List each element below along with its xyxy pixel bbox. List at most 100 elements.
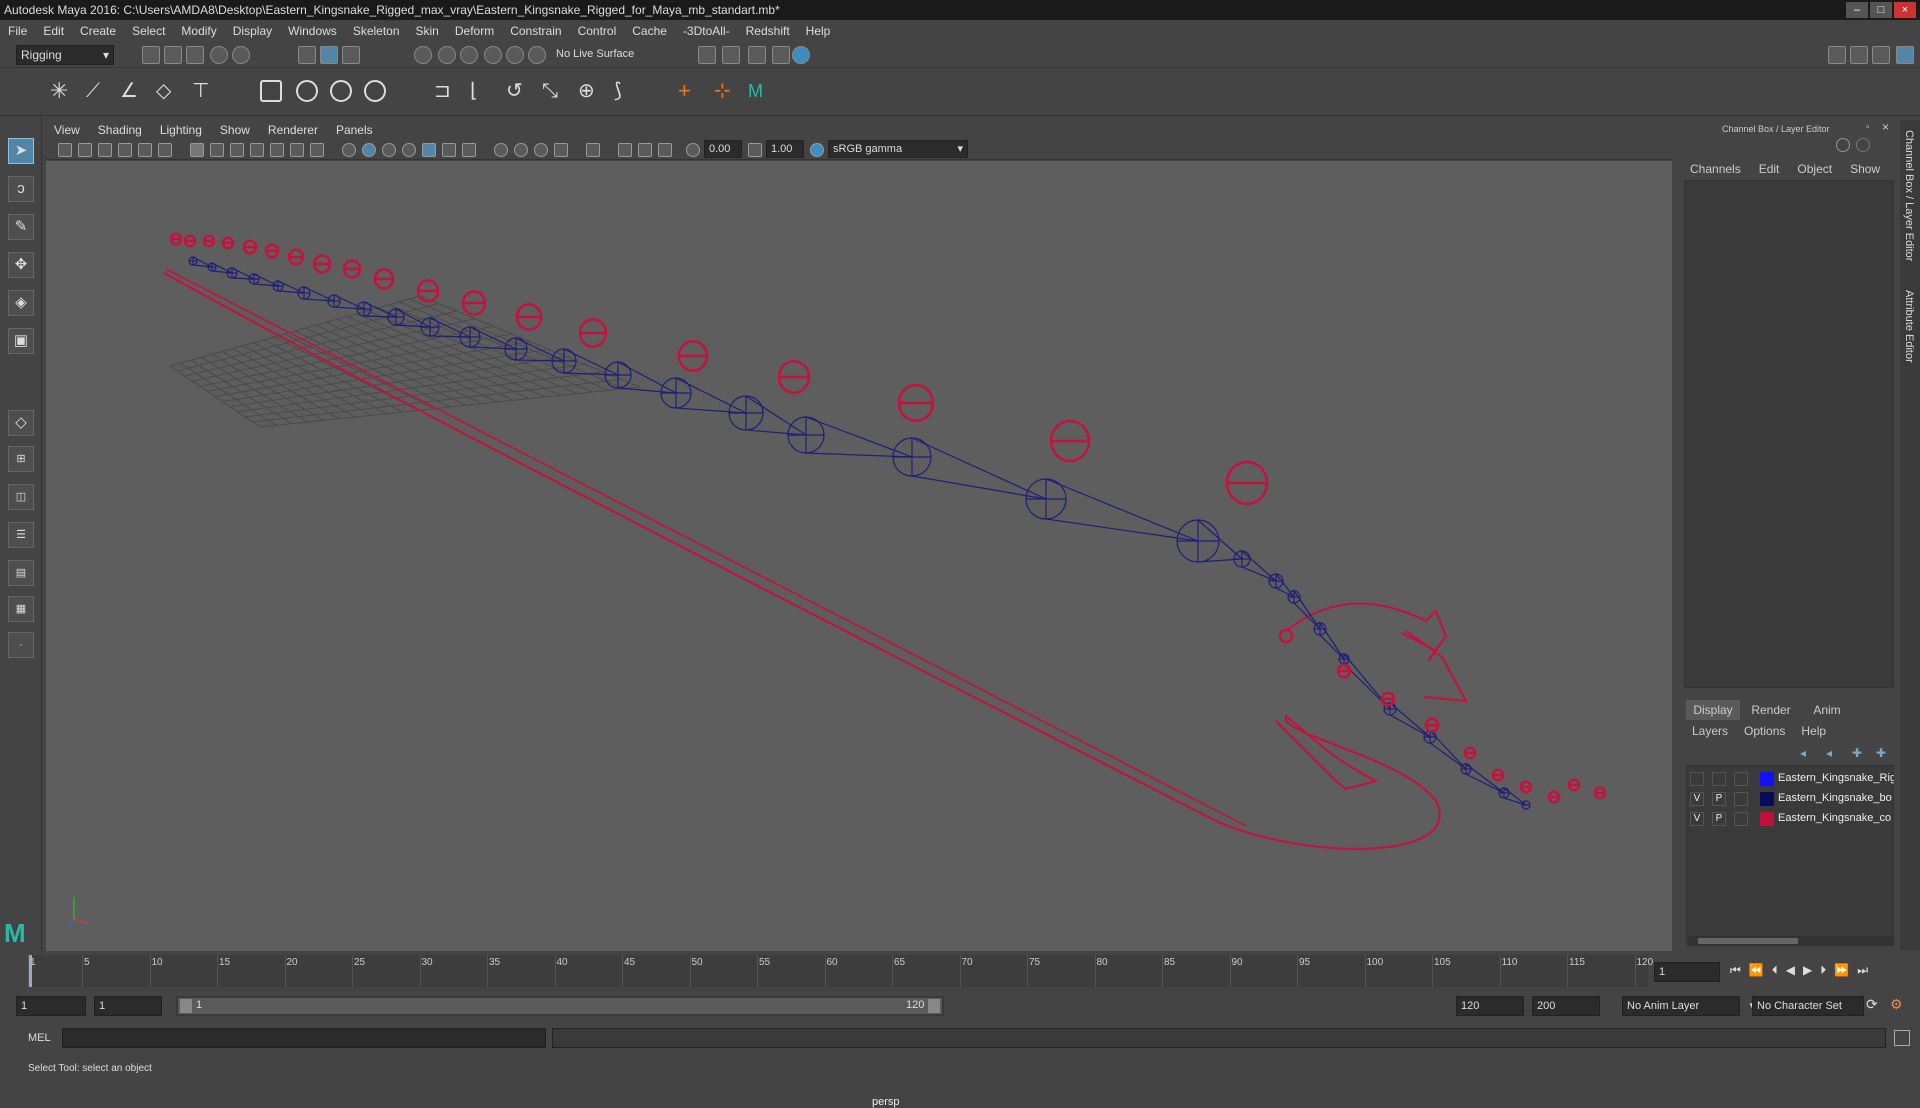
command-input[interactable] (62, 1028, 546, 1048)
main-curve-control[interactable] (163, 272, 1441, 850)
close-button[interactable]: × (1894, 2, 1916, 18)
move-layer-down-icon[interactable]: ◂ (1826, 746, 1832, 760)
channel-box-toggle-icon[interactable] (1896, 46, 1914, 64)
hypershade-layout-icon[interactable]: ▦ (8, 596, 34, 622)
channel-list[interactable] (1684, 180, 1894, 688)
bind-skin-icon[interactable] (260, 80, 282, 102)
maya-shelf-logo-icon[interactable]: M (748, 80, 770, 102)
live-surface-label[interactable]: No Live Surface (556, 48, 634, 60)
range-slider-track[interactable]: 1 120 (176, 996, 944, 1016)
orient-constraint-icon[interactable]: ↺ (506, 80, 528, 102)
mirror-joint-icon[interactable]: ⊤ (192, 80, 214, 102)
default-material-icon[interactable] (382, 143, 396, 157)
layer-color-swatch[interactable] (1760, 792, 1774, 806)
menu-skeleton[interactable]: Skeleton (353, 24, 400, 38)
step-forward-frame-icon[interactable]: ⏵ (1820, 963, 1826, 978)
select-hierarchy-icon[interactable] (298, 46, 316, 64)
playback-end-field[interactable]: 120 (1456, 996, 1524, 1016)
close-panel-icon[interactable]: × (1882, 120, 1889, 134)
joint-chain[interactable] (188, 256, 1531, 810)
maximize-button[interactable]: □ (1870, 2, 1892, 18)
step-back-frame-icon[interactable]: ⏴ (1772, 963, 1778, 978)
play-backward-icon[interactable]: ◀ (1786, 963, 1795, 978)
move-tool-icon[interactable]: ✥ (8, 252, 34, 278)
layer-playback-toggle[interactable]: P (1712, 792, 1726, 806)
anti-aliasing-icon[interactable] (554, 143, 568, 157)
layer-playback-toggle[interactable] (1712, 772, 1726, 786)
menu-3dtoall[interactable]: -3DtoAll- (683, 24, 730, 38)
panel-menu-view[interactable]: View (54, 123, 80, 137)
head-control-arrowhead[interactable] (1405, 630, 1468, 703)
grid-toggle-icon[interactable] (190, 143, 204, 157)
pole-vector-icon[interactable]: ⟆ (614, 80, 636, 102)
menu-deform[interactable]: Deform (455, 24, 494, 38)
command-language-toggle[interactable]: MEL (28, 1032, 51, 1044)
render-frame-icon[interactable] (698, 46, 716, 64)
xray-joints-icon[interactable] (442, 143, 456, 157)
go-to-start-icon[interactable]: ⏮ (1730, 963, 1741, 978)
layer-row[interactable]: Eastern_Kingsnake_Rig (1690, 770, 1894, 788)
four-view-layout-icon[interactable]: ⊞ (8, 446, 34, 472)
range-slider-bar[interactable] (178, 998, 942, 1014)
tab-render[interactable]: Render (1744, 700, 1798, 720)
animation-preferences-icon[interactable]: ⚙ (1890, 996, 1903, 1013)
range-start-handle[interactable] (180, 999, 192, 1013)
bone[interactable] (805, 416, 913, 458)
animation-start-field[interactable]: 1 (16, 996, 86, 1016)
safe-action-icon[interactable] (290, 143, 304, 157)
menu-modify[interactable]: Modify (181, 24, 216, 38)
rotate-tool-icon[interactable]: ◈ (8, 290, 34, 316)
exposure-field[interactable]: 0.00 (704, 140, 742, 158)
attribute-editor-side-tab[interactable]: Attribute Editor (1903, 290, 1915, 363)
panel-menu-shading[interactable]: Shading (98, 123, 142, 137)
use-all-lights-icon[interactable] (462, 143, 476, 157)
2d-pan-zoom-icon[interactable] (138, 143, 152, 157)
field-chart-icon[interactable] (270, 143, 284, 157)
bone[interactable] (675, 377, 747, 414)
panel-menu-show[interactable]: Show (220, 123, 250, 137)
channel-edit-menu[interactable]: Edit (1759, 162, 1780, 176)
screen-space-ao-icon[interactable] (514, 143, 528, 157)
grease-pencil-icon[interactable] (158, 143, 172, 157)
ipr-render-icon[interactable] (722, 46, 740, 64)
perspective-viewport[interactable]: persp (46, 161, 1672, 1108)
character-set-dropdown[interactable]: No Character Set (1752, 996, 1864, 1016)
attribute-editor-toggle-icon[interactable] (1850, 46, 1868, 64)
layer-color-swatch[interactable] (1760, 812, 1774, 826)
channel-box-slider-icon[interactable] (1856, 138, 1870, 152)
channels-menu[interactable]: Channels (1690, 162, 1741, 176)
snap-grid-icon[interactable] (414, 46, 432, 64)
insert-joint-icon[interactable]: ◇ (156, 80, 178, 102)
layer-row[interactable]: V P Eastern_Kingsnake_co (1690, 810, 1894, 828)
panel-menu-renderer[interactable]: Renderer (268, 123, 318, 137)
menu-cache[interactable]: Cache (632, 24, 667, 38)
hud-icon[interactable] (618, 143, 632, 157)
paint-weights-icon[interactable] (330, 80, 352, 102)
play-forward-icon[interactable]: ▶ (1803, 963, 1812, 978)
menu-redshift[interactable]: Redshift (746, 24, 790, 38)
render-view-icon[interactable] (792, 46, 810, 64)
bookmark-icon[interactable] (98, 143, 112, 157)
make-live-icon[interactable] (528, 46, 546, 64)
camera-select-icon[interactable] (58, 143, 72, 157)
undo-icon[interactable] (210, 46, 228, 64)
channel-box-side-tab[interactable]: Channel Box / Layer Editor (1903, 130, 1915, 261)
aim-constraint-icon[interactable]: ⌊ (470, 80, 492, 102)
new-layer-from-selection-icon[interactable]: ✚ (1876, 746, 1886, 760)
bone[interactable] (1275, 572, 1295, 598)
panel-menu-lighting[interactable]: Lighting (160, 123, 202, 137)
ik-spline-icon[interactable]: ∠ (120, 80, 142, 102)
menu-skin[interactable]: Skin (416, 24, 439, 38)
menu-control[interactable]: Control (578, 24, 617, 38)
two-view-layout-icon[interactable]: ◫ (8, 484, 34, 510)
scale-constraint-icon[interactable]: ⤡ (542, 80, 564, 102)
menu-file[interactable]: File (8, 24, 27, 38)
paint-select-icon[interactable]: ✎ (8, 214, 34, 240)
menu-select[interactable]: Select (132, 24, 165, 38)
layer-playback-toggle[interactable]: P (1712, 812, 1726, 826)
channel-box-key-icon[interactable] (1836, 138, 1850, 152)
script-editor-icon[interactable] (1894, 1030, 1910, 1046)
menu-help[interactable]: Help (806, 24, 831, 38)
gamma-field[interactable]: 1.00 (766, 140, 804, 158)
playback-start-field[interactable]: 1 (94, 996, 162, 1016)
